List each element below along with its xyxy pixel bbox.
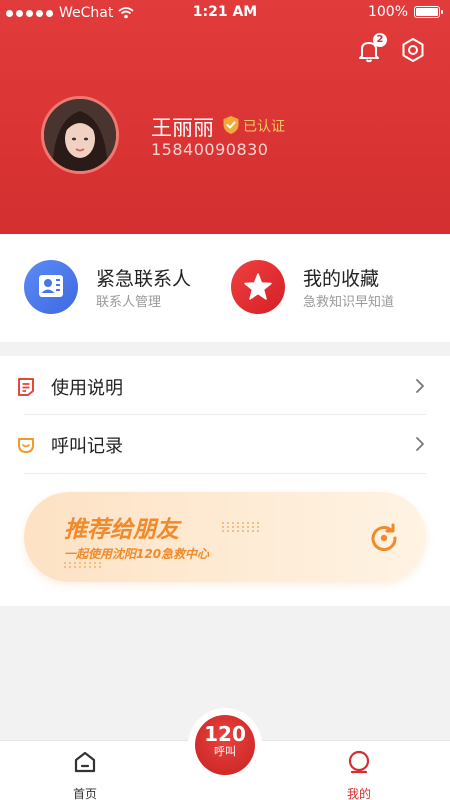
menu-item-instructions[interactable]: 使用说明 — [0, 357, 450, 415]
avatar-photo — [44, 99, 116, 171]
call-number: 120 — [204, 722, 246, 746]
status-bar: WeChat 1:21 AM 100% — [0, 0, 450, 26]
verified-label: 已认证 — [243, 119, 285, 135]
contact-card-icon — [39, 275, 63, 297]
tab-mine-label: 我的 — [346, 787, 371, 800]
profile-circle-icon — [348, 750, 370, 774]
my-favorites-title: 我的收藏 — [303, 268, 380, 290]
call-120-button[interactable]: 120 呼叫 — [195, 715, 255, 775]
avatar[interactable] — [41, 96, 119, 174]
menu-item-call-records[interactable]: 呼叫记录 — [0, 415, 450, 473]
emergency-contacts-subtitle: 联系人管理 — [96, 295, 162, 310]
banner-dot-pattern — [222, 522, 260, 532]
settings-icon[interactable] — [400, 37, 426, 63]
menu-item-call-records-label: 呼叫记录 — [51, 436, 123, 457]
user-name: 王丽丽 — [151, 116, 214, 140]
tab-home[interactable]: 首页 — [55, 749, 115, 800]
emergency-contacts-button[interactable]: 紧急联系人 联系人管理 — [24, 260, 214, 316]
user-phone: 15840090830 — [151, 140, 269, 159]
home-icon — [74, 751, 96, 773]
shortcut-panel: 紧急联系人 联系人管理 我的收藏 急救知识早知道 — [0, 234, 450, 342]
recommend-banner[interactable]: 推荐给朋友 一起使用沈阳120急救中心 — [24, 492, 426, 582]
star-icon — [244, 273, 272, 300]
chevron-right-icon — [416, 437, 424, 451]
verified-shield-icon — [223, 116, 239, 134]
emergency-contacts-circle — [24, 260, 78, 314]
menu-item-instructions-label: 使用说明 — [51, 378, 123, 399]
document-icon — [18, 378, 34, 396]
notification-badge: 2 — [373, 33, 387, 47]
call-record-icon — [18, 438, 34, 453]
my-favorites-subtitle: 急救知识早知道 — [303, 295, 395, 310]
profile-header: WeChat 1:21 AM 100% 2 王丽丽 已认证 1584009083… — [0, 0, 450, 234]
banner-dot-pattern — [64, 562, 102, 568]
tab-mine[interactable]: 我的 — [329, 749, 389, 800]
battery-icon — [414, 6, 443, 18]
menu-divider — [24, 473, 426, 474]
chevron-right-icon — [416, 379, 424, 393]
banner-title: 推荐给朋友 — [64, 517, 179, 543]
my-favorites-circle — [231, 260, 285, 314]
my-favorites-button[interactable]: 我的收藏 急救知识早知道 — [231, 260, 431, 316]
call-label: 呼叫 — [214, 745, 236, 758]
share-refresh-icon[interactable] — [369, 523, 399, 553]
battery-percent: 100% — [367, 4, 408, 20]
banner-subtitle: 一起使用沈阳120急救中心 — [64, 547, 210, 561]
emergency-contacts-title: 紧急联系人 — [96, 268, 192, 290]
tab-home-label: 首页 — [72, 787, 97, 800]
